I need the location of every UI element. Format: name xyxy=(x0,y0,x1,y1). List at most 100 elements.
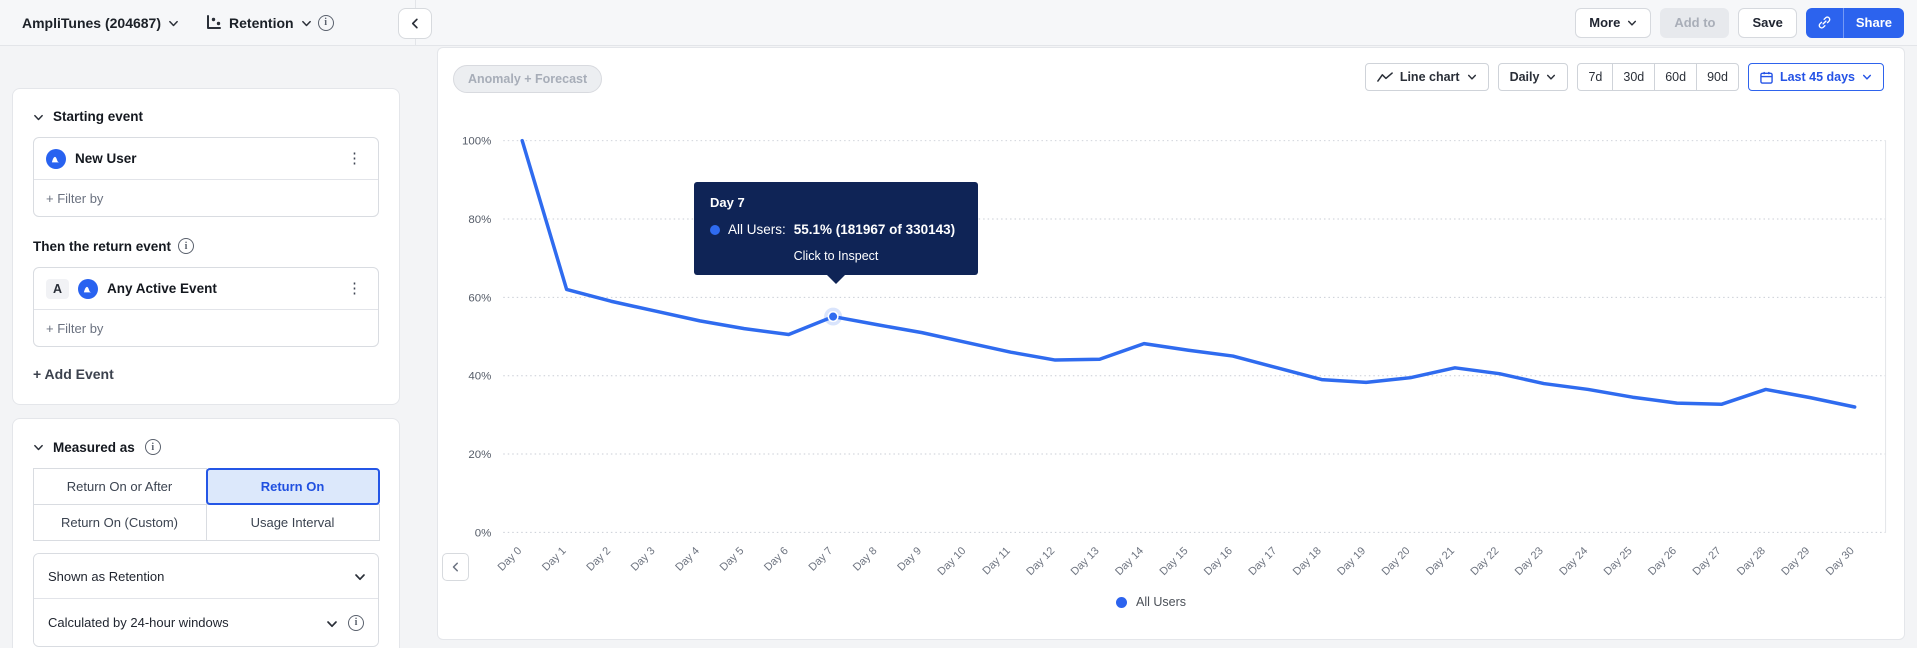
series-letter-badge: A xyxy=(46,278,70,299)
collapse-section-icon[interactable] xyxy=(33,442,43,452)
option-usage-interval[interactable]: Usage Interval xyxy=(205,503,380,541)
calculated-by-dropdown[interactable]: Calculated by 24-hour windows i xyxy=(34,598,378,646)
legend-series-dot[interactable] xyxy=(1115,596,1127,608)
x-tick-label: Day 10 xyxy=(935,545,968,578)
shown-as-dropdown[interactable]: Shown as Retention xyxy=(34,554,378,598)
y-tick-label: 60% xyxy=(468,292,491,304)
y-tick-label: 100% xyxy=(462,136,491,148)
header-actions: More Add to Save Share xyxy=(1575,7,1917,38)
share-split-button: Share xyxy=(1805,7,1904,38)
collapse-sidebar-button[interactable] xyxy=(398,8,432,39)
chevron-down-icon xyxy=(301,18,311,28)
x-tick-label: Day 17 xyxy=(1246,545,1279,578)
x-tick-label: Day 6 xyxy=(762,545,791,574)
more-label: More xyxy=(1589,15,1621,30)
x-tick-label: Day 23 xyxy=(1513,545,1546,578)
option-return-on[interactable]: Return On xyxy=(205,467,380,505)
shown-as-value: Shown as Retention xyxy=(48,568,165,584)
chart-type-name: Retention xyxy=(229,14,294,31)
x-tick-label: Day 5 xyxy=(718,545,747,574)
legend-series-label: All Users xyxy=(1135,595,1186,609)
retention-line-chart[interactable]: 0% 20% 40% 60% 80% 100% Day 0 Day 1 Day 2 Day 3 Da… xyxy=(438,48,1904,639)
x-tick-label: Day 9 xyxy=(895,545,924,574)
info-icon[interactable]: i xyxy=(317,14,334,31)
return-event-filter-by[interactable]: + Filter by xyxy=(34,309,378,346)
kebab-menu-icon[interactable]: ⋮ xyxy=(343,149,366,168)
chart-legend: All Users xyxy=(438,595,1864,609)
starting-event-card: New User ⋮ + Filter by xyxy=(33,137,379,217)
x-tick-label: Day 27 xyxy=(1691,545,1724,578)
settings-dropdowns: Shown as Retention Calculated by 24-hour… xyxy=(33,553,379,647)
x-tick-label: Day 29 xyxy=(1779,545,1812,578)
copy-link-button[interactable] xyxy=(1805,7,1844,38)
chevron-down-icon xyxy=(326,618,337,628)
amplitude-event-icon xyxy=(78,278,99,299)
starting-event-selector[interactable]: New User ⋮ xyxy=(34,138,378,179)
tooltip-day: Day 7 xyxy=(710,195,745,210)
kebab-menu-icon[interactable]: ⋮ xyxy=(343,279,366,298)
x-tick-label: Day 30 xyxy=(1824,545,1857,578)
series-color-dot xyxy=(710,224,720,235)
x-tick-label: Day 13 xyxy=(1069,545,1102,578)
return-event-name: Any Active Event xyxy=(107,281,217,296)
chevron-down-icon xyxy=(168,18,178,28)
collapse-section-icon[interactable] xyxy=(33,112,43,122)
collapse-chart-left-button[interactable] xyxy=(442,553,469,581)
starting-event-name: New User xyxy=(75,151,137,166)
project-name: AmpliTunes (204687) xyxy=(22,14,162,31)
x-tick-label: Day 20 xyxy=(1380,545,1413,578)
x-tick-label: Day 8 xyxy=(851,545,880,574)
x-tick-label: Day 14 xyxy=(1113,545,1146,578)
hovered-data-point xyxy=(827,311,839,323)
header-left: AmpliTunes (204687) Retention i xyxy=(0,0,334,45)
option-return-on-custom[interactable]: Return On (Custom) xyxy=(32,503,207,541)
measured-as-panel: Measured as i Return On or After Return … xyxy=(12,418,400,648)
chevron-down-icon xyxy=(354,571,365,581)
measured-as-options: Return On or After Return On Return On (… xyxy=(32,467,380,541)
y-tick-label: 20% xyxy=(468,449,491,461)
query-sidebar: Starting event New User ⋮ + Filter by Th… xyxy=(0,46,420,648)
tooltip-action[interactable]: Click to Inspect xyxy=(710,249,962,263)
top-header-bar: AmpliTunes (204687) Retention i More Add… xyxy=(0,0,1917,46)
more-button[interactable]: More xyxy=(1575,7,1652,38)
info-icon[interactable]: i xyxy=(178,238,195,254)
x-tick-label: Day 0 xyxy=(496,545,525,574)
return-event-card: A Any Active Event ⋮ + Filter by xyxy=(33,267,379,347)
x-tick-label: Day 28 xyxy=(1735,545,1768,578)
chart-panel: Anomaly + Forecast Line chart Daily 7d 3… xyxy=(437,47,1905,640)
return-event-selector[interactable]: A Any Active Event ⋮ xyxy=(34,268,378,309)
x-tick-label: Day 2 xyxy=(584,545,613,574)
add-to-button[interactable]: Add to xyxy=(1660,7,1730,38)
x-tick-label: Day 12 xyxy=(1024,545,1057,578)
x-tick-label: Day 25 xyxy=(1602,545,1635,578)
x-tick-label: Day 21 xyxy=(1424,545,1457,578)
tooltip-series: All Users: xyxy=(728,222,786,237)
share-button[interactable]: Share xyxy=(1843,7,1904,38)
starting-event-filter-by[interactable]: + Filter by xyxy=(34,179,378,216)
x-tick-label: Day 15 xyxy=(1158,545,1191,578)
x-tick-label: Day 7 xyxy=(807,545,836,574)
x-tick-label: Day 19 xyxy=(1335,545,1368,578)
option-return-on-or-after[interactable]: Return On or After xyxy=(32,467,207,505)
x-tick-label: Day 4 xyxy=(673,545,702,574)
x-tick-label: Day 18 xyxy=(1291,545,1324,578)
info-icon[interactable]: i xyxy=(348,614,364,631)
events-panel: Starting event New User ⋮ + Filter by Th… xyxy=(12,88,400,405)
x-tick-label: Day 22 xyxy=(1468,545,1501,578)
save-button[interactable]: Save xyxy=(1738,7,1797,38)
chart-type-selector[interactable]: Retention i xyxy=(204,14,334,32)
x-tick-label: Day 24 xyxy=(1557,545,1590,578)
chart-tooltip: Day 7 All Users: 55.1% (181967 of 330143… xyxy=(694,182,978,284)
amplitude-event-icon xyxy=(46,148,66,169)
info-icon[interactable]: i xyxy=(144,439,161,455)
measured-as-title: Measured as xyxy=(53,439,135,455)
x-tick-label: Day 1 xyxy=(540,545,569,574)
x-tick-label: Day 26 xyxy=(1646,545,1679,578)
y-tick-label: 0% xyxy=(475,527,492,539)
chevron-down-icon xyxy=(1627,18,1637,28)
y-tick-label: 80% xyxy=(468,214,491,226)
add-event-button[interactable]: + Add Event xyxy=(33,366,114,382)
x-tick-label: Day 16 xyxy=(1202,545,1235,578)
project-selector[interactable]: AmpliTunes (204687) xyxy=(22,15,178,31)
tooltip-value: 55.1% (181967 of 330143) xyxy=(793,222,956,237)
